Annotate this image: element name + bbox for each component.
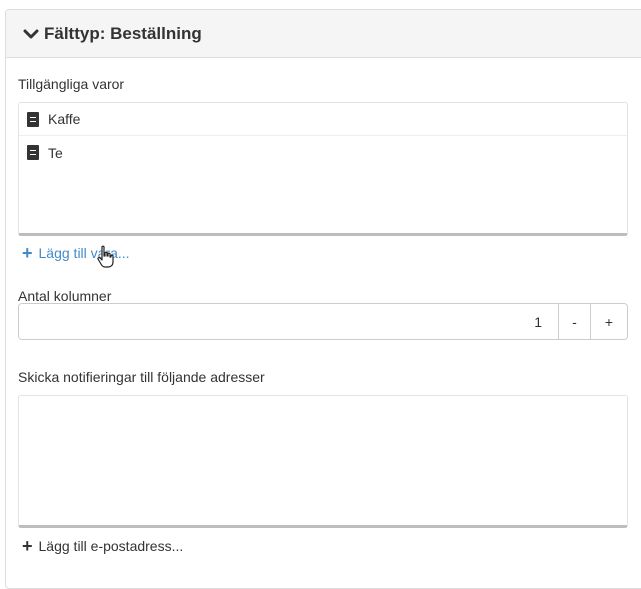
products-list[interactable]: Kaffe Te — [18, 102, 628, 236]
notifications-label: Skicka notifieringar till följande adres… — [18, 369, 265, 385]
panel-title: Fälttyp: Beställning — [44, 23, 202, 43]
panel-heading[interactable]: Fälttyp: Beställning — [6, 10, 641, 58]
notification-address-list[interactable] — [18, 395, 628, 528]
products-label: Tillgängliga varor — [18, 76, 125, 92]
increment-button[interactable]: + — [590, 304, 627, 339]
document-icon — [27, 111, 39, 127]
hand-cursor-icon — [97, 245, 114, 268]
decrement-button[interactable]: - — [558, 304, 590, 339]
list-item-kaffe[interactable]: Kaffe — [19, 103, 627, 136]
document-icon — [27, 145, 39, 160]
add-email-link[interactable]: + Lägg till e-postadress... — [22, 537, 183, 555]
columns-input[interactable] — [19, 304, 558, 339]
list-item-te[interactable]: Te — [19, 136, 627, 169]
columns-stepper[interactable]: - + — [18, 303, 628, 340]
add-email-label: Lägg till e-postadress... — [38, 538, 184, 554]
list-item-label: Te — [48, 144, 63, 161]
plus-icon: + — [22, 536, 33, 556]
list-item-label: Kaffe — [48, 111, 81, 127]
columns-label: Antal kolumner — [18, 288, 112, 304]
chevron-down-icon[interactable] — [23, 26, 39, 42]
plus-icon: + — [22, 243, 33, 263]
